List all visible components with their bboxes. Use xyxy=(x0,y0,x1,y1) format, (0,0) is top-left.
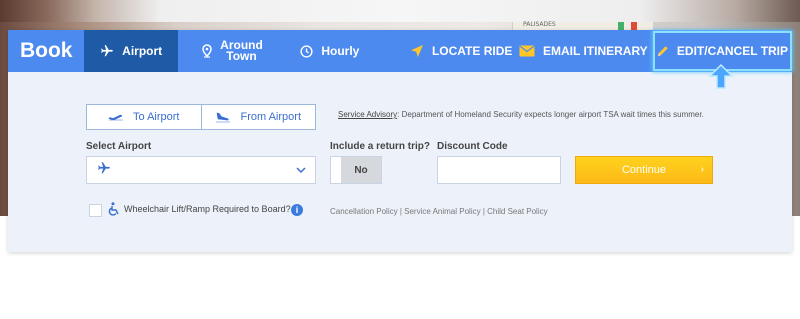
trip-direction-toggle: To Airport From Airport xyxy=(86,104,316,130)
child-seat-policy-link[interactable]: Child Seat Policy xyxy=(487,207,547,216)
tab-airport-label: Airport xyxy=(122,44,163,58)
return-trip-toggle[interactable]: No xyxy=(330,156,382,184)
return-trip-label: Include a return trip? xyxy=(330,141,431,152)
wheelchair-checkbox[interactable] xyxy=(89,204,102,217)
info-icon[interactable]: i xyxy=(291,204,303,216)
select-airport-dropdown[interactable] xyxy=(86,156,316,184)
from-airport-label: From Airport xyxy=(240,111,301,123)
edit-cancel-trip-label: EDIT/CANCEL TRIP xyxy=(676,44,789,58)
locate-ride-label: LOCATE RIDE xyxy=(431,44,513,58)
cancellation-policy-link[interactable]: Cancellation Policy xyxy=(330,207,398,216)
up-arrow-indicator-icon xyxy=(708,63,734,90)
email-itinerary-link[interactable]: EMAIL ITINERARY xyxy=(519,30,648,72)
tab-around-town-label-2: Town xyxy=(226,49,257,63)
service-advisory-link[interactable]: Service Advisory xyxy=(338,110,397,119)
service-advisory-text: : Department of Homeland Security expect… xyxy=(397,110,704,119)
tab-airport[interactable]: Airport xyxy=(84,30,178,72)
wheelchair-icon xyxy=(107,202,121,216)
map-marker xyxy=(631,22,637,30)
book-heading: Book xyxy=(19,39,73,62)
service-advisory: Service Advisory: Department of Homeland… xyxy=(338,110,704,119)
to-airport-label: To Airport xyxy=(133,111,180,123)
policy-links: Cancellation Policy | Service Animal Pol… xyxy=(330,207,548,216)
map-preview: PALISADES xyxy=(512,21,654,30)
plane-departure-icon xyxy=(108,112,124,122)
booking-nav: Book Airport Around Town Hourly LOCATE R… xyxy=(8,30,793,72)
tab-hourly-label: Hourly xyxy=(321,44,360,58)
continue-button[interactable]: Continue › xyxy=(575,156,713,184)
plane-icon xyxy=(100,44,114,58)
plane-icon xyxy=(96,161,112,180)
pencil-icon xyxy=(657,45,669,57)
location-pin-icon xyxy=(202,44,212,58)
discount-code-input[interactable] xyxy=(437,156,561,184)
wheelchair-label: Wheelchair Lift/Ramp Required to Board? xyxy=(124,204,291,214)
chevron-down-icon xyxy=(296,161,306,179)
background-photo-top xyxy=(0,0,800,22)
locate-ride-link[interactable]: LOCATE RIDE xyxy=(406,30,517,72)
clock-icon xyxy=(300,44,313,58)
tab-hourly[interactable]: Hourly xyxy=(287,30,372,72)
email-itinerary-label: EMAIL ITINERARY xyxy=(543,44,648,58)
map-marker xyxy=(618,22,624,30)
plane-arrival-icon xyxy=(215,112,231,123)
location-arrow-icon xyxy=(410,44,424,58)
booking-widget: Book Airport Around Town Hourly LOCATE R… xyxy=(8,30,793,252)
map-label: PALISADES xyxy=(523,21,556,28)
to-airport-button[interactable]: To Airport xyxy=(87,105,201,129)
chevron-right-icon: › xyxy=(700,164,704,175)
wheelchair-option: Wheelchair Lift/Ramp Required to Board? xyxy=(107,202,291,216)
tab-around-town[interactable]: Around Town xyxy=(178,30,287,72)
service-animal-policy-link[interactable]: Service Animal Policy xyxy=(404,207,480,216)
continue-label: Continue xyxy=(621,164,667,176)
discount-code-label: Discount Code xyxy=(437,141,508,152)
return-trip-value: No xyxy=(341,157,381,183)
from-airport-button[interactable]: From Airport xyxy=(200,105,316,129)
toggle-knob xyxy=(331,157,341,183)
envelope-icon xyxy=(519,45,535,57)
select-airport-label: Select Airport xyxy=(86,141,152,152)
